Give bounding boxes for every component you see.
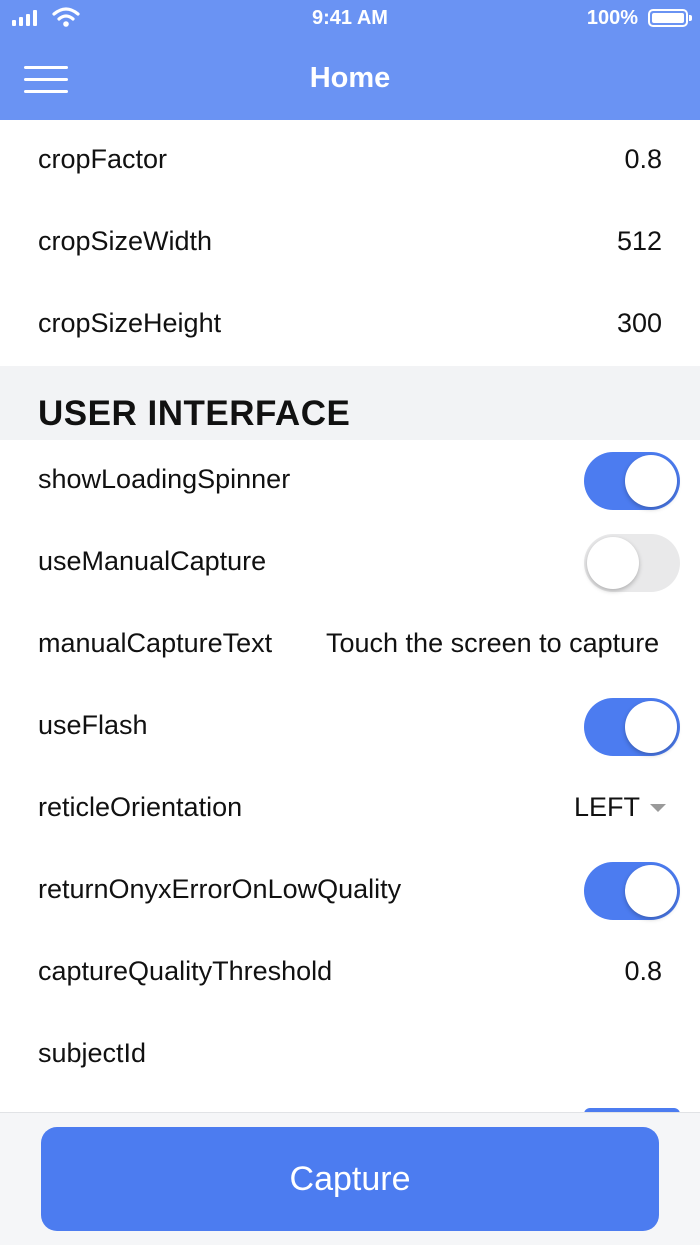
toggle-knob — [587, 537, 639, 589]
setting-label: useManualCapture — [38, 546, 267, 576]
page-title: Home — [309, 62, 391, 94]
setting-row-crop-size-height[interactable]: cropSizeHeight 300 — [0, 284, 700, 366]
setting-value[interactable]: 512 — [617, 226, 662, 257]
toggle-knob — [625, 455, 677, 507]
setting-row-capture-quality-threshold[interactable]: captureQualityThreshold 0.8 — [0, 932, 700, 1014]
manual-capture-text-input[interactable]: Touch the screen to capture — [326, 628, 662, 659]
capture-button[interactable]: Capture — [41, 1127, 659, 1231]
setting-label: showLoadingSpinner — [38, 464, 291, 494]
setting-row-crop-factor[interactable]: cropFactor 0.8 — [0, 120, 700, 202]
setting-label: cropSizeHeight — [38, 308, 222, 338]
reticle-orientation-picker[interactable]: LEFT — [574, 792, 666, 823]
use-flash-toggle[interactable] — [584, 698, 680, 756]
battery-icon — [648, 9, 692, 27]
navigation-bar: Home — [0, 40, 700, 120]
footer: Capture — [0, 1112, 700, 1245]
setting-label: subjectId — [38, 1038, 147, 1068]
chevron-down-icon — [650, 803, 666, 812]
toggle-knob — [625, 701, 677, 753]
setting-label: returnOnyxErrorOnLowQuality — [38, 874, 402, 904]
setting-row-return-onyx-error[interactable]: returnOnyxErrorOnLowQuality — [0, 850, 700, 932]
setting-value[interactable]: 0.8 — [624, 144, 662, 175]
setting-row-use-flash[interactable]: useFlash — [0, 686, 700, 768]
status-bar: 9:41 AM 100% — [0, 0, 700, 40]
setting-label: captureQualityThreshold — [38, 956, 333, 986]
settings-list[interactable]: cropFactor 0.8 cropSizeWidth 512 cropSiz… — [0, 120, 700, 1112]
return-onyx-error-toggle[interactable] — [584, 862, 680, 920]
setting-label: cropSizeWidth — [38, 226, 213, 256]
setting-label: cropFactor — [38, 144, 168, 174]
section-header-user-interface: USER INTERFACE — [0, 366, 700, 440]
setting-label: reticleOrientation — [38, 792, 243, 822]
setting-value[interactable]: 300 — [617, 308, 662, 339]
picker-value: LEFT — [573, 792, 640, 822]
use-manual-capture-toggle[interactable] — [584, 534, 680, 592]
battery-percentage: 100% — [586, 7, 638, 29]
setting-value[interactable]: 0.8 — [624, 956, 662, 987]
show-loading-spinner-toggle[interactable] — [584, 452, 680, 510]
section-title: USER INTERFACE — [38, 394, 351, 433]
setting-row-manual-capture-text[interactable]: manualCaptureText Touch the screen to ca… — [0, 604, 700, 686]
toggle-knob — [625, 865, 677, 917]
setting-row-subject-id[interactable]: subjectId — [0, 1014, 700, 1096]
setting-row-crop-size-width[interactable]: cropSizeWidth 512 — [0, 202, 700, 284]
setting-label: manualCaptureText — [38, 628, 273, 658]
setting-row-show-loading-spinner[interactable]: showLoadingSpinner — [0, 440, 700, 522]
setting-label: useFlash — [38, 710, 148, 740]
setting-row-use-manual-capture[interactable]: useManualCapture — [0, 522, 700, 604]
setting-row-reticle-orientation[interactable]: reticleOrientation LEFT — [0, 768, 700, 850]
